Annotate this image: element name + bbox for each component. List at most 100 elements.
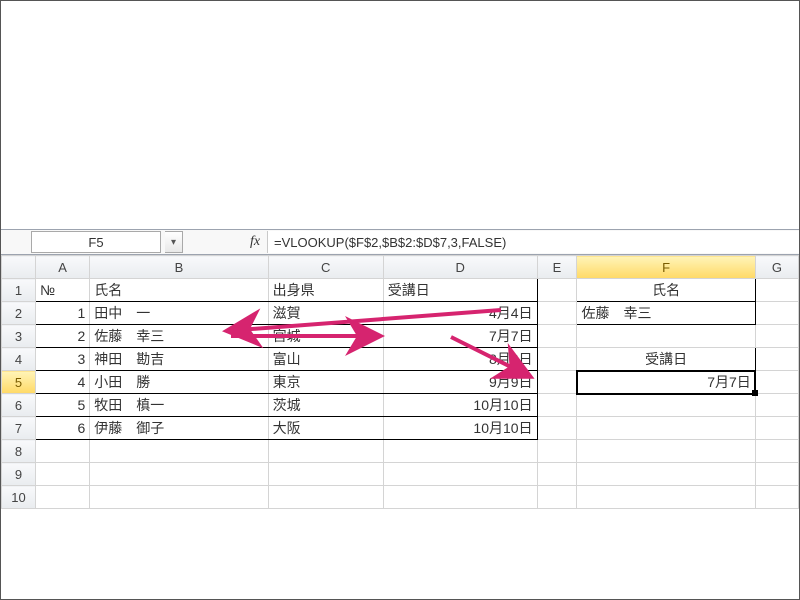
cell-c9[interactable]	[268, 463, 383, 486]
cell-g5[interactable]	[755, 371, 798, 394]
cell-f10[interactable]	[577, 486, 755, 509]
cell-g7[interactable]	[755, 417, 798, 440]
cell-b7[interactable]: 伊藤 御子	[90, 417, 268, 440]
col-header-b[interactable]: B	[90, 256, 268, 279]
cell-g1[interactable]	[755, 279, 798, 302]
name-box-dropdown[interactable]: ▾	[165, 231, 183, 253]
cell-b4[interactable]: 神田 勘吉	[90, 348, 268, 371]
col-header-a[interactable]: A	[36, 256, 90, 279]
row-header-3[interactable]: 3	[2, 325, 36, 348]
cell-e8[interactable]	[537, 440, 577, 463]
cell-e7[interactable]	[537, 417, 577, 440]
cell-e9[interactable]	[537, 463, 577, 486]
cell-g6[interactable]	[755, 394, 798, 417]
cell-b8[interactable]	[90, 440, 268, 463]
cell-f5[interactable]: 7月7日	[577, 371, 755, 394]
row-header-8[interactable]: 8	[2, 440, 36, 463]
row-10[interactable]: 10	[2, 486, 799, 509]
cell-f4[interactable]: 受講日	[577, 348, 755, 371]
col-header-e[interactable]: E	[537, 256, 577, 279]
cell-c4[interactable]: 富山	[268, 348, 383, 371]
cell-b6[interactable]: 牧田 槙一	[90, 394, 268, 417]
cell-e1[interactable]	[537, 279, 577, 302]
cell-g2[interactable]	[755, 302, 798, 325]
row-3[interactable]: 3 2 佐藤 幸三 宮城 7月7日	[2, 325, 799, 348]
cell-e3[interactable]	[537, 325, 577, 348]
row-1[interactable]: 1 № 氏名 出身県 受講日 氏名	[2, 279, 799, 302]
cell-d8[interactable]	[383, 440, 537, 463]
cell-f1[interactable]: 氏名	[577, 279, 755, 302]
cell-d7[interactable]: 10月10日	[383, 417, 537, 440]
cell-a1[interactable]: №	[36, 279, 90, 302]
cell-a5[interactable]: 4	[36, 371, 90, 394]
cell-g4[interactable]	[755, 348, 798, 371]
cell-c5[interactable]: 東京	[268, 371, 383, 394]
select-all[interactable]	[2, 256, 36, 279]
cell-a3[interactable]: 2	[36, 325, 90, 348]
row-header-9[interactable]: 9	[2, 463, 36, 486]
cell-b1[interactable]: 氏名	[90, 279, 268, 302]
cell-c2[interactable]: 滋賀	[268, 302, 383, 325]
cell-f9[interactable]	[577, 463, 755, 486]
row-8[interactable]: 8	[2, 440, 799, 463]
cell-a6[interactable]: 5	[36, 394, 90, 417]
cell-a9[interactable]	[36, 463, 90, 486]
row-header-1[interactable]: 1	[2, 279, 36, 302]
cell-d10[interactable]	[383, 486, 537, 509]
name-box[interactable]: F5	[31, 231, 161, 253]
cell-e5[interactable]	[537, 371, 577, 394]
row-7[interactable]: 7 6 伊藤 御子 大阪 10月10日	[2, 417, 799, 440]
row-header-4[interactable]: 4	[2, 348, 36, 371]
row-header-7[interactable]: 7	[2, 417, 36, 440]
cell-a4[interactable]: 3	[36, 348, 90, 371]
cell-c8[interactable]	[268, 440, 383, 463]
cell-c7[interactable]: 大阪	[268, 417, 383, 440]
cell-g9[interactable]	[755, 463, 798, 486]
cell-a10[interactable]	[36, 486, 90, 509]
cell-b9[interactable]	[90, 463, 268, 486]
row-4[interactable]: 4 3 神田 勘吉 富山 8月8日 受講日	[2, 348, 799, 371]
cell-f2[interactable]: 佐藤 幸三	[577, 302, 755, 325]
row-header-6[interactable]: 6	[2, 394, 36, 417]
cell-d6[interactable]: 10月10日	[383, 394, 537, 417]
cell-e4[interactable]	[537, 348, 577, 371]
cell-d9[interactable]	[383, 463, 537, 486]
cell-e2[interactable]	[537, 302, 577, 325]
fx-icon[interactable]: fx	[243, 234, 267, 250]
row-header-5[interactable]: 5	[2, 371, 36, 394]
cell-f6[interactable]	[577, 394, 755, 417]
row-9[interactable]: 9	[2, 463, 799, 486]
cell-g8[interactable]	[755, 440, 798, 463]
cell-d2[interactable]: 4月4日	[383, 302, 537, 325]
cell-b3[interactable]: 佐藤 幸三	[90, 325, 268, 348]
cell-c10[interactable]	[268, 486, 383, 509]
cell-g3[interactable]	[755, 325, 798, 348]
cell-f3[interactable]	[577, 325, 755, 348]
cell-g10[interactable]	[755, 486, 798, 509]
cell-f8[interactable]	[577, 440, 755, 463]
cell-d5[interactable]: 9月9日	[383, 371, 537, 394]
cell-c3[interactable]: 宮城	[268, 325, 383, 348]
col-header-f[interactable]: F	[577, 256, 755, 279]
cell-c1[interactable]: 出身県	[268, 279, 383, 302]
cell-c6[interactable]: 茨城	[268, 394, 383, 417]
row-header-10[interactable]: 10	[2, 486, 36, 509]
col-header-c[interactable]: C	[268, 256, 383, 279]
col-header-d[interactable]: D	[383, 256, 537, 279]
cell-a8[interactable]	[36, 440, 90, 463]
cell-e10[interactable]	[537, 486, 577, 509]
row-5[interactable]: 5 4 小田 勝 東京 9月9日 7月7日	[2, 371, 799, 394]
row-header-2[interactable]: 2	[2, 302, 36, 325]
col-header-g[interactable]: G	[755, 256, 798, 279]
cell-a2[interactable]: 1	[36, 302, 90, 325]
formula-input[interactable]: =VLOOKUP($F$2,$B$2:$D$7,3,FALSE)	[267, 231, 799, 253]
row-2[interactable]: 2 1 田中 一 滋賀 4月4日 佐藤 幸三	[2, 302, 799, 325]
cell-b5[interactable]: 小田 勝	[90, 371, 268, 394]
cell-b2[interactable]: 田中 一	[90, 302, 268, 325]
cell-d3[interactable]: 7月7日	[383, 325, 537, 348]
cell-d4[interactable]: 8月8日	[383, 348, 537, 371]
cell-b10[interactable]	[90, 486, 268, 509]
spreadsheet-grid[interactable]: A B C D E F G 1 № 氏名 出身県 受講日 氏名 2	[1, 255, 799, 509]
row-6[interactable]: 6 5 牧田 槙一 茨城 10月10日	[2, 394, 799, 417]
cell-d1[interactable]: 受講日	[383, 279, 537, 302]
